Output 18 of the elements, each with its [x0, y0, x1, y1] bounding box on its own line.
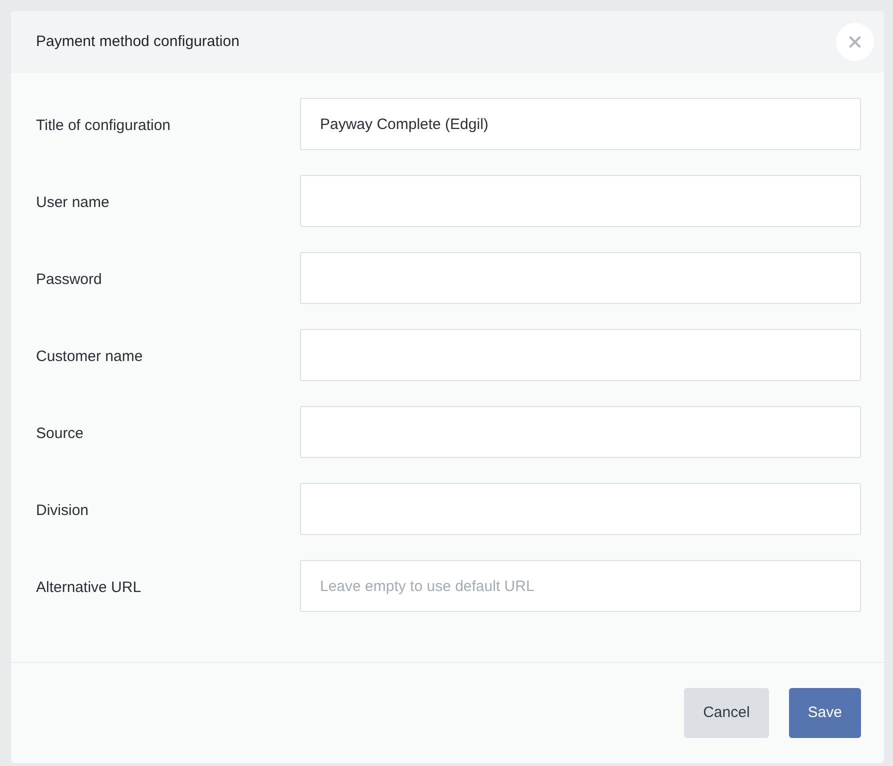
input-field[interactable]: [300, 175, 861, 227]
field-label: Alternative URL: [36, 578, 142, 598]
input-field[interactable]: [300, 483, 861, 535]
input-field[interactable]: Payway Complete (Edgil): [300, 98, 861, 150]
field-label: User name: [36, 192, 110, 213]
save-button[interactable]: Save: [788, 688, 861, 738]
close-button[interactable]: [836, 23, 874, 61]
field-label: Password: [36, 270, 103, 290]
input-field[interactable]: Leave empty to use default URL: [300, 560, 861, 612]
field-label: Title of configuration: [36, 116, 172, 136]
dialog-title: Payment method configuration: [36, 32, 240, 52]
cancel-button[interactable]: Cancel: [684, 688, 769, 738]
field-label: Source: [36, 424, 85, 444]
field-label: Customer name: [36, 346, 144, 367]
input-field[interactable]: [300, 406, 861, 458]
input-field[interactable]: [300, 329, 861, 381]
input-field[interactable]: [300, 252, 861, 304]
field-label: Division: [36, 500, 90, 521]
